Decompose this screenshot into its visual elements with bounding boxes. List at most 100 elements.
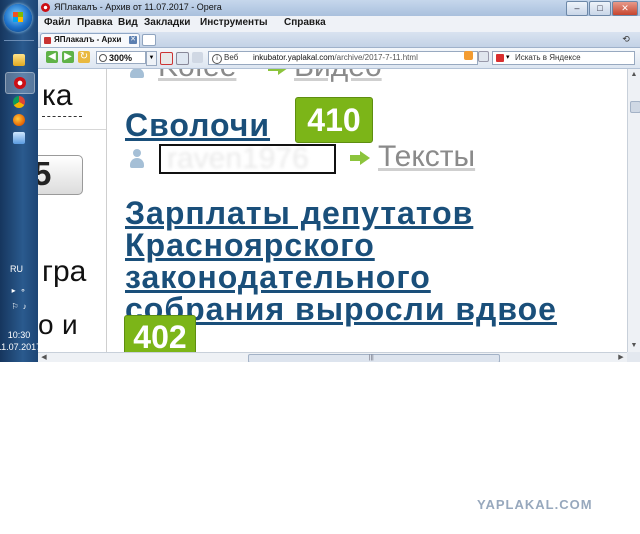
opera-icon <box>14 77 26 89</box>
left-column-button[interactable]: 5 <box>38 155 83 195</box>
horizontal-scroll-thumb[interactable]: ||| <box>248 354 500 362</box>
page-viewport: ка 5 гра ои Kofee Видео Сволочи 410 rave… <box>38 69 627 352</box>
taskbar-item-network[interactable] <box>5 128 33 148</box>
network-icon <box>13 132 25 144</box>
new-tab-button[interactable] <box>142 34 156 46</box>
scroll-up-icon[interactable]: ▲ <box>629 70 639 80</box>
post-author-link[interactable]: Kofee <box>158 69 236 84</box>
user-icon <box>130 69 144 79</box>
menu-tools[interactable]: Инструменты <box>200 17 268 28</box>
taskbar-item-explorer[interactable] <box>5 50 33 70</box>
scroll-left-icon[interactable]: ◀ <box>39 353 49 362</box>
taskbar-divider <box>4 40 34 41</box>
start-button[interactable] <box>4 4 32 32</box>
search-box[interactable]: ▾ Искать в Яндексе <box>492 51 635 65</box>
redacted-author-link[interactable]: raven1976 <box>159 144 336 174</box>
scroll-right-icon[interactable]: ▶ <box>616 353 626 362</box>
post-title-link-line-1[interactable]: Зарплаты депутатов <box>125 197 473 229</box>
back-icon[interactable]: ◀ <box>46 51 58 63</box>
left-column-text-3: ои <box>38 309 96 341</box>
search-dropdown-icon[interactable]: ▾ <box>506 53 510 61</box>
tray-arrow-icon[interactable]: ▸ <box>12 286 16 295</box>
post-score-badge: 410 <box>295 97 373 143</box>
clock-time[interactable]: 10:30 <box>0 330 38 340</box>
divider <box>38 129 106 130</box>
url-text[interactable]: inkubator.yaplakal.com/archive/2017-7-11… <box>253 53 418 62</box>
tray-network-icon[interactable]: ⚬ <box>20 286 27 295</box>
menu-help[interactable]: Справка <box>284 17 326 28</box>
taskbar-item-firefox[interactable] <box>5 110 33 130</box>
post-title-link-line-3[interactable]: законодательного <box>125 261 431 293</box>
left-column-text: ка <box>42 79 73 112</box>
post-list: Kofee Видео Сволочи 410 raven1976 Тексты… <box>124 69 627 352</box>
opera-logo-icon <box>41 3 50 12</box>
scrollbar-corner <box>627 352 640 362</box>
menu-bar: Файл Правка Вид Закладки Инструменты Спр… <box>38 16 640 33</box>
left-column: ка 5 гра ои <box>38 69 107 352</box>
tray-row-2: ⚐ ♪ <box>3 300 35 312</box>
taskbar-item-chrome[interactable] <box>5 92 33 112</box>
vertical-scrollbar[interactable]: ▲ ▼ <box>627 69 640 352</box>
url-host: inkubator.yaplakal.com <box>253 53 335 62</box>
clock-date[interactable]: 11.07.2017 <box>0 342 42 352</box>
address-field[interactable]: i Веб inkubator.yaplakal.com/archive/201… <box>208 51 478 65</box>
url-path: /archive/2017-7-11.html <box>334 53 418 62</box>
menu-view[interactable]: Вид <box>118 17 138 28</box>
tray-row-1: ▸ ⚬ <box>3 284 35 296</box>
tab-bar: ЯПлакалъ - Архи ✕ ⟲ <box>38 32 640 48</box>
zoom-field[interactable]: 300% <box>96 51 146 64</box>
scroll-down-icon[interactable]: ▼ <box>629 341 639 351</box>
taskbar-item-opera[interactable] <box>5 72 35 94</box>
arrow-right-icon <box>350 151 370 165</box>
address-toolbar: ◀ ▶ ↻ 300% ▼ i Веб inkubator.yaplakal.co… <box>38 48 640 69</box>
chrome-icon <box>13 96 25 108</box>
zoom-dropdown-icon[interactable]: ▼ <box>146 51 157 66</box>
tab-menu-icon[interactable]: ⟲ <box>620 34 632 44</box>
window-title: ЯПлакалъ - Архив от 11.07.2017 - Opera <box>54 2 222 12</box>
left-column-text-2: гра <box>42 255 87 288</box>
site-info-icon[interactable]: i <box>212 54 222 64</box>
user-icon <box>130 149 144 169</box>
folder-icon <box>13 54 25 66</box>
post-title-link-line-2[interactable]: Красноярского <box>125 229 375 261</box>
rss-icon[interactable] <box>464 51 473 60</box>
maximize-button[interactable]: □ <box>589 1 611 16</box>
arrow-right-icon <box>268 69 288 75</box>
menu-bookmarks[interactable]: Закладки <box>144 17 190 28</box>
page-icon[interactable] <box>176 52 189 65</box>
post-title-link[interactable]: Сволочи <box>125 109 270 141</box>
left-column-letter-2: и <box>62 309 78 340</box>
firefox-icon <box>13 114 25 126</box>
post-category-link[interactable]: Видео <box>294 69 382 84</box>
menu-file[interactable]: Файл <box>44 17 71 28</box>
language-indicator[interactable]: RU <box>10 264 23 274</box>
block-content-icon[interactable] <box>160 52 173 65</box>
web-label: Веб <box>224 53 239 62</box>
minimize-button[interactable]: – <box>566 1 588 16</box>
yandex-icon <box>496 54 504 62</box>
scroll-grip-icon: ||| <box>369 355 374 361</box>
search-input[interactable]: Искать в Яндексе <box>515 53 581 62</box>
tab-close-icon[interactable]: ✕ <box>129 36 137 44</box>
reload-icon[interactable]: ↻ <box>78 51 90 63</box>
tab-yaplakal[interactable]: ЯПлакалъ - Архи ✕ <box>40 33 140 47</box>
taskbar: RU ▸ ⚬ ⚐ ♪ 10:30 11.07.2017 <box>0 0 41 362</box>
left-column-button-label: 5 <box>38 155 52 192</box>
forward-icon[interactable]: ▶ <box>62 51 74 63</box>
post-score-badge: 402 <box>124 315 196 352</box>
tab-label: ЯПлакалъ - Архи <box>54 35 122 44</box>
menu-edit[interactable]: Правка <box>77 17 113 28</box>
tray-flag-icon[interactable]: ⚐ <box>11 302 18 311</box>
horizontal-scrollbar[interactable]: ◀ ||| ▶ <box>38 352 627 362</box>
dashed-underline <box>42 116 82 117</box>
site-watermark: YAPLAKAL.COM <box>477 497 593 512</box>
tray-speaker-icon[interactable]: ♪ <box>23 302 27 311</box>
address-dropdown-icon[interactable] <box>478 51 489 62</box>
close-button[interactable]: ✕ <box>612 1 638 16</box>
site-favicon-icon <box>44 37 51 44</box>
window-titlebar: ЯПлакалъ - Архив от 11.07.2017 - Opera –… <box>38 0 640 16</box>
post-author-link: raven1976 <box>167 144 309 174</box>
post-category-link[interactable]: Тексты <box>378 140 475 174</box>
vertical-scroll-thumb[interactable] <box>630 101 640 113</box>
edit-icon[interactable] <box>192 52 203 63</box>
